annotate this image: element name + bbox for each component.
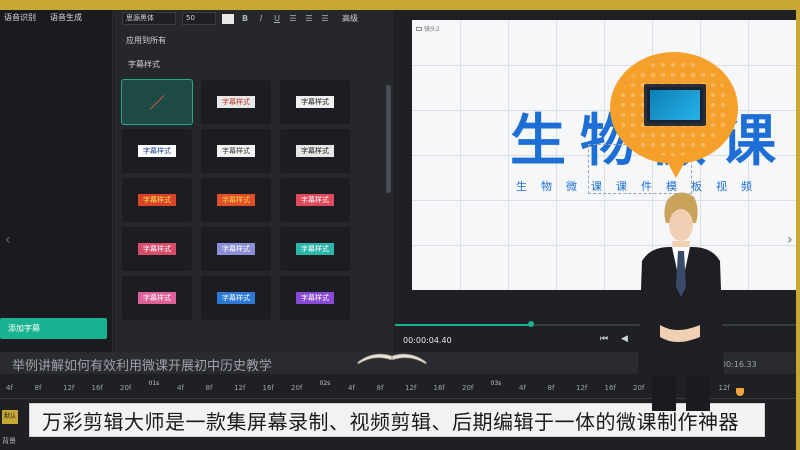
style-scrollbar[interactable] [386, 85, 391, 193]
preview-canvas[interactable]: 镜头2 生物微课 生物微课课件模板视频 [412, 20, 796, 290]
style-tile-none[interactable] [121, 79, 193, 125]
style-tile[interactable]: 字幕样式 [201, 178, 271, 222]
style-tile-label: 字幕样式 [138, 145, 176, 157]
style-tile[interactable]: 字幕样式 [122, 276, 192, 320]
ruler-tick-label: 8f [376, 384, 384, 392]
style-tile[interactable]: 字幕样式 [280, 227, 350, 271]
default-button[interactable]: 默认 [2, 410, 18, 424]
style-tile-label: 字幕样式 [296, 292, 334, 304]
chevron-right-icon[interactable]: › [787, 232, 793, 248]
progress-knob[interactable] [528, 321, 535, 327]
ruler-tick-label: 01s [148, 380, 160, 387]
ruler-tick-label: 16f [91, 384, 103, 392]
ruler-tick-label: 12f [63, 384, 75, 392]
no-style-icon [149, 94, 165, 110]
italic-button[interactable]: I [256, 14, 266, 23]
speech-bubble-graphic[interactable] [610, 52, 738, 178]
ruler-tick-label: 12f [234, 384, 246, 392]
grid-line [412, 65, 796, 66]
skip-start-icon[interactable]: ⏮ [600, 334, 608, 344]
style-tile[interactable]: 字幕样式 [280, 80, 350, 124]
style-tile[interactable]: 字幕样式 [122, 129, 192, 173]
style-tile[interactable]: 字幕样式 [201, 80, 271, 124]
ruler-tick-label: 02s [319, 380, 331, 387]
style-tile-label: 字幕样式 [217, 145, 255, 157]
style-tile-label: 字幕样式 [138, 243, 176, 255]
format-toolbar: 思源黑体 50 B I U ☰ ☰ ☰ 高级 [122, 12, 358, 25]
underline-button[interactable]: U [272, 14, 282, 23]
align-right-icon[interactable]: ☰ [320, 14, 330, 23]
ruler-tick-label: 8f [547, 384, 555, 392]
style-tile-label: 字幕样式 [217, 194, 255, 206]
font-size-select[interactable]: 50 [182, 12, 216, 25]
style-tile[interactable]: 字幕样式 [201, 227, 271, 271]
subtitle-style-heading: 字幕样式 [128, 60, 160, 69]
tab-speech-generation[interactable]: 语音生成 [50, 12, 82, 23]
preview-panel: 镜头2 生物微课 生物微课课件模板视频 › 00:00:04.40 ⏮ ◀ ▶ [395, 10, 796, 352]
advanced-button[interactable]: 高级 [342, 13, 358, 24]
subtitle-style-panel: 思源黑体 50 B I U ☰ ☰ ☰ 高级 应用到所有 字幕样式 字幕样式 字幕… [114, 10, 394, 352]
ruler-tick-label: 8f [34, 384, 42, 392]
background-track-label: 背景 [2, 437, 16, 445]
left-panel: 语音识别 语音生成 ‹ 添加字幕 [0, 10, 113, 352]
timeline-title: 举例讲解如何有效利用微课开展初中历史教学 [12, 359, 273, 374]
style-tile-label: 字幕样式 [296, 194, 334, 206]
open-book-icon [357, 353, 427, 365]
ruler-tick-label: 4f [177, 384, 184, 392]
style-tile-label: 字幕样式 [217, 292, 255, 304]
apply-to-all-button[interactable]: 应用到所有 [126, 35, 166, 46]
style-tile[interactable]: 字幕样式 [280, 129, 350, 173]
ruler-tick-label: 20f [462, 384, 474, 392]
align-center-icon[interactable]: ☰ [304, 14, 314, 23]
camera-icon [416, 26, 422, 31]
ruler-tick-label: 16f [604, 384, 616, 392]
ruler-tick-label: 4f [519, 384, 526, 392]
font-select[interactable]: 思源黑体 [122, 12, 176, 25]
left-tabs: 语音识别 语音生成 [4, 12, 82, 23]
ruler-tick-label: 12f [405, 384, 417, 392]
ruler-tick-label: 16f [262, 384, 274, 392]
style-tile-label: 字幕样式 [217, 243, 255, 255]
ruler-tick-label: 8f [205, 384, 213, 392]
style-tile-label: 字幕样式 [217, 96, 255, 108]
chevron-left-icon[interactable]: ‹ [5, 232, 11, 248]
style-tile-label: 字幕样式 [296, 243, 334, 255]
style-tile[interactable]: 字幕样式 [201, 129, 271, 173]
playback-progress[interactable] [395, 321, 796, 327]
font-color-swatch[interactable] [222, 13, 234, 24]
ruler-tick-label: 12f [576, 384, 588, 392]
presenter-figure [638, 192, 724, 411]
style-tile[interactable]: 字幕样式 [122, 178, 192, 222]
style-tile-label: 字幕样式 [138, 194, 176, 206]
style-tile[interactable]: 字幕样式 [280, 276, 350, 320]
add-subtitle-button[interactable]: 添加字幕 [0, 318, 107, 339]
align-left-icon[interactable]: ☰ [288, 14, 298, 23]
bold-button[interactable]: B [240, 14, 250, 23]
style-tile-label: 字幕样式 [138, 292, 176, 304]
ruler-tick-label: 4f [6, 384, 13, 392]
style-tile[interactable]: 字幕样式 [122, 227, 192, 271]
playhead-marker[interactable] [736, 388, 744, 396]
ruler-tick-label: 4f [348, 384, 355, 392]
lens-label: 镜头2 [424, 26, 440, 33]
tab-speech-recognition[interactable]: 语音识别 [4, 12, 36, 23]
style-tile-label: 字幕样式 [296, 96, 334, 108]
style-tile[interactable]: 字幕样式 [280, 178, 350, 222]
window-frame-top [0, 0, 800, 10]
style-tile-label: 字幕样式 [296, 145, 334, 157]
progress-fill [395, 324, 532, 326]
ruler-tick-label: 03s [490, 380, 502, 387]
grid-line [412, 245, 796, 246]
grid-line [412, 200, 796, 201]
step-back-icon[interactable]: ◀ [621, 334, 628, 344]
style-tile[interactable]: 字幕样式 [201, 276, 271, 320]
lens-tag: 镜头2 [416, 24, 440, 33]
ruler-tick-label: 20f [291, 384, 303, 392]
window-frame-right [796, 0, 800, 450]
style-grid: 字幕样式 字幕样式 字幕样式 字幕样式 字幕样式 字幕样式 字幕样式 字幕样式 字幕样式 字幕样式… [121, 79, 350, 320]
monitor-icon [644, 84, 706, 126]
ruler-tick-label: 20f [120, 384, 132, 392]
ruler-tick-label: 16f [433, 384, 445, 392]
